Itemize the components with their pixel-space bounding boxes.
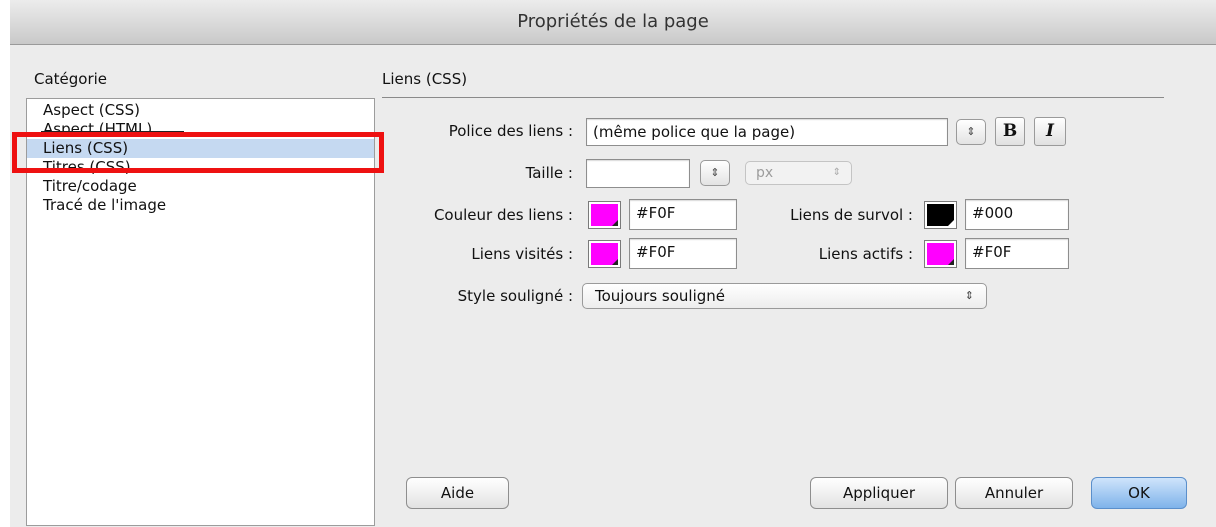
chevron-updown-icon: ⇕ xyxy=(832,167,841,178)
category-item-aspect-css[interactable]: Aspect (CSS) xyxy=(27,101,374,120)
section-title: Liens (CSS) xyxy=(382,70,468,88)
active-color-label: Liens actifs : xyxy=(818,245,913,263)
cancel-button[interactable]: Annuler xyxy=(955,477,1073,509)
underline-style-select[interactable]: Toujours souligné ⇕ xyxy=(582,283,987,309)
window-title: Propriétés de la page xyxy=(10,0,1216,45)
category-item-title-encoding[interactable]: Titre/codage xyxy=(27,177,374,196)
underline-style-value: Toujours souligné xyxy=(595,287,725,305)
dropdown-corner-icon xyxy=(948,259,954,265)
hover-color-fill xyxy=(927,204,954,226)
hover-color-input[interactable]: #000 xyxy=(965,199,1069,230)
visited-color-fill xyxy=(591,243,618,265)
link-color-fill xyxy=(591,204,618,226)
visited-color-label: Liens visités : xyxy=(471,245,573,263)
size-unit-value: px xyxy=(756,165,774,181)
selection-highlight-annotation xyxy=(12,132,384,173)
chevron-updown-icon: ⇕ xyxy=(964,289,974,302)
dropdown-corner-icon xyxy=(612,220,618,226)
size-unit-select: px ⇕ xyxy=(745,161,852,185)
help-button[interactable]: Aide xyxy=(406,477,509,509)
link-font-field[interactable]: (même police que la page) xyxy=(586,118,948,146)
apply-button[interactable]: Appliquer xyxy=(810,477,948,509)
ok-button[interactable]: OK xyxy=(1091,477,1187,509)
hover-color-swatch[interactable] xyxy=(924,201,957,229)
underline-style-label: Style souligné : xyxy=(457,287,573,305)
visited-color-swatch[interactable] xyxy=(588,240,621,268)
dialog-panel: Catégorie Aspect (CSS) Aspect (HTML) Lie… xyxy=(10,45,1216,527)
dropdown-corner-icon xyxy=(612,259,618,265)
size-input[interactable] xyxy=(586,159,690,188)
section-divider xyxy=(382,97,1164,98)
link-color-swatch[interactable] xyxy=(588,201,621,229)
active-color-swatch[interactable] xyxy=(924,240,957,268)
size-stepper[interactable]: ⇕ xyxy=(700,160,730,186)
category-label: Catégorie xyxy=(34,70,108,88)
active-color-fill xyxy=(927,243,954,265)
category-item-tracing-image[interactable]: Tracé de l'image xyxy=(27,196,374,215)
italic-button[interactable]: I xyxy=(1034,117,1066,146)
link-font-stepper[interactable]: ⇕ xyxy=(956,119,986,145)
link-color-label: Couleur des liens : xyxy=(433,206,573,224)
visited-color-input[interactable]: #F0F xyxy=(629,238,737,269)
hover-color-label: Liens de survol : xyxy=(790,206,913,224)
dropdown-corner-icon xyxy=(948,220,954,226)
link-color-input[interactable]: #F0F xyxy=(629,199,737,230)
size-label: Taille : xyxy=(525,164,573,182)
active-color-input[interactable]: #F0F xyxy=(965,238,1069,269)
link-font-label: Police des liens : xyxy=(448,122,573,140)
bold-button[interactable]: B xyxy=(995,117,1025,146)
